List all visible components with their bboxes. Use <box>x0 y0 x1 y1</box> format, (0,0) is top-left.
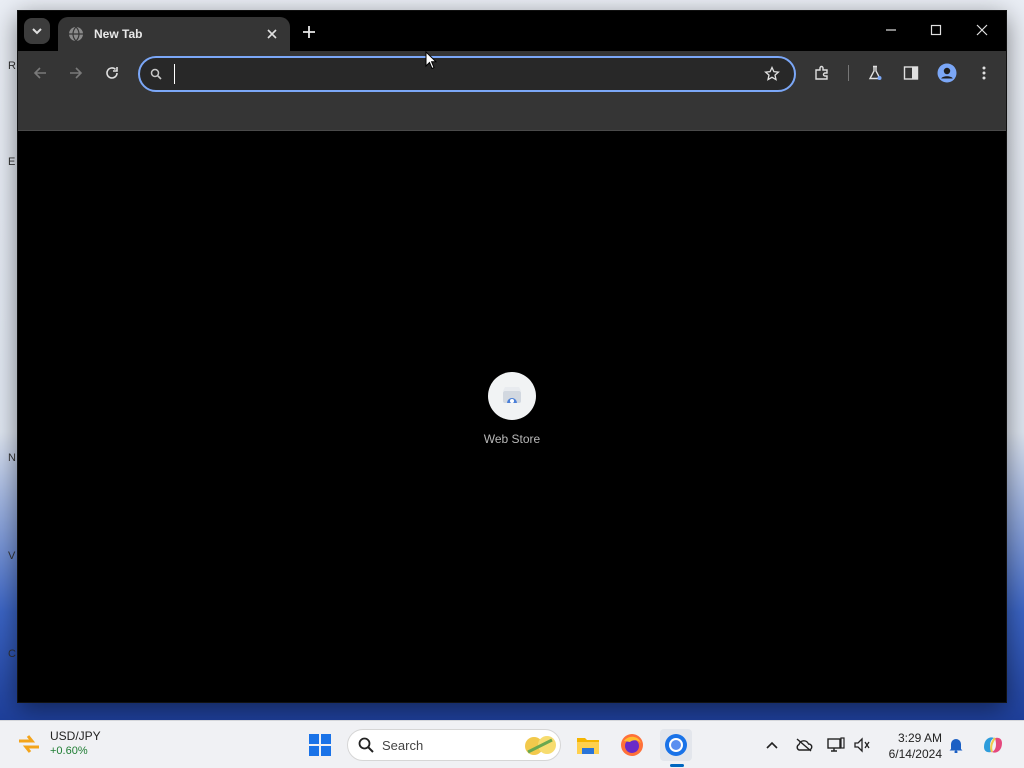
windows-start-icon <box>309 734 331 756</box>
tab-strip: New Tab <box>18 11 1006 51</box>
search-icon <box>150 68 162 80</box>
tab-search-button[interactable] <box>24 18 50 44</box>
side-panel-icon <box>903 66 919 80</box>
address-bar[interactable] <box>138 56 796 92</box>
minimize-button[interactable] <box>873 17 909 43</box>
globe-icon <box>69 26 83 42</box>
close-icon <box>267 29 277 39</box>
search-highlight-icon <box>525 736 556 755</box>
star-icon[interactable] <box>764 66 780 82</box>
clock-date: 6/14/2024 <box>888 747 942 761</box>
chrome-button[interactable] <box>660 729 692 761</box>
shortcut-label: Web Store <box>483 432 541 446</box>
network-tray-button[interactable] <box>826 735 846 755</box>
show-hidden-icons-button[interactable] <box>762 735 782 755</box>
copilot-icon <box>984 737 1002 753</box>
mouse-cursor-icon <box>425 51 437 70</box>
maximize-button[interactable] <box>918 17 954 43</box>
forward-icon <box>70 67 83 79</box>
plus-icon <box>303 26 315 38</box>
taskbar-clock[interactable]: 3:29 AM 6/14/2024 <box>880 730 942 762</box>
widget-change: +0.60% <box>50 745 88 757</box>
profile-button[interactable] <box>935 61 959 85</box>
desktop-icon-fragment[interactable]: C <box>8 648 16 660</box>
browser-toolbar <box>18 51 1006 95</box>
minimize-icon <box>886 29 896 31</box>
start-button[interactable] <box>304 729 336 761</box>
tab-close-button[interactable] <box>264 26 280 42</box>
currency-widget[interactable]: USD/JPY +0.60% <box>16 729 101 759</box>
tab-new-tab[interactable]: New Tab <box>58 17 290 51</box>
kebab-menu-icon <box>982 66 986 80</box>
firefox-button[interactable] <box>616 729 648 761</box>
shortcut-tile <box>488 372 536 420</box>
new-tab-button[interactable] <box>298 21 320 43</box>
volume-tray-button[interactable] <box>852 735 872 755</box>
close-window-button[interactable] <box>964 17 1000 43</box>
back-button[interactable] <box>28 61 52 85</box>
network-icon <box>827 737 845 752</box>
chrome-icon <box>665 734 687 756</box>
reload-icon <box>106 67 118 79</box>
firefox-icon <box>621 734 643 756</box>
extensions-icon <box>815 65 828 80</box>
tab-search-icon <box>32 28 42 35</box>
web-store-icon <box>503 387 521 403</box>
maximize-icon <box>930 24 942 36</box>
onedrive-tray-button[interactable] <box>794 735 814 755</box>
widget-currency-pair: USD/JPY <box>50 729 101 743</box>
close-icon <box>976 24 988 36</box>
bell-icon <box>949 739 963 753</box>
browser-menu-button[interactable] <box>972 61 996 85</box>
search-icon <box>358 737 374 753</box>
back-icon <box>33 67 46 79</box>
desktop-icon-fragment[interactable]: R <box>8 60 16 72</box>
file-explorer-button[interactable] <box>572 729 604 761</box>
desktop-icon-fragment[interactable]: V <box>8 550 15 562</box>
toolbar-separator <box>848 65 849 81</box>
side-panel-button[interactable] <box>899 61 923 85</box>
notifications-button[interactable] <box>946 735 966 755</box>
labs-icon <box>868 65 882 80</box>
extensions-button[interactable] <box>810 61 834 85</box>
forward-button[interactable] <box>64 61 88 85</box>
bookmarks-bar <box>18 95 1006 131</box>
shortcut-web-store[interactable]: Web Store <box>472 372 552 446</box>
address-input[interactable] <box>174 64 754 84</box>
copilot-button[interactable] <box>980 732 1006 758</box>
active-app-indicator <box>670 764 684 767</box>
volume-icon <box>854 737 870 753</box>
taskbar-search-placeholder: Search <box>382 737 424 753</box>
clock-time: 3:29 AM <box>897 731 942 745</box>
currency-exchange-icon <box>19 735 39 753</box>
reload-button[interactable] <box>100 61 124 85</box>
cloud-off-icon <box>796 738 813 752</box>
taskbar: USD/JPY +0.60% Search 3:29 AM 6/14/2024 <box>0 720 1024 768</box>
tab-title: New Tab <box>94 27 143 41</box>
new-tab-page: Web Store <box>18 132 1006 702</box>
desktop-icon-fragment[interactable]: E <box>8 156 15 168</box>
profile-icon <box>937 63 957 83</box>
browser-window: New Tab Web Store <box>18 11 1006 702</box>
taskbar-search[interactable]: Search <box>347 729 561 761</box>
desktop-icon-fragment[interactable]: N <box>8 452 16 464</box>
chrome-labs-button[interactable] <box>863 61 887 85</box>
file-explorer-icon <box>577 738 599 754</box>
chevron-up-icon <box>766 741 778 749</box>
